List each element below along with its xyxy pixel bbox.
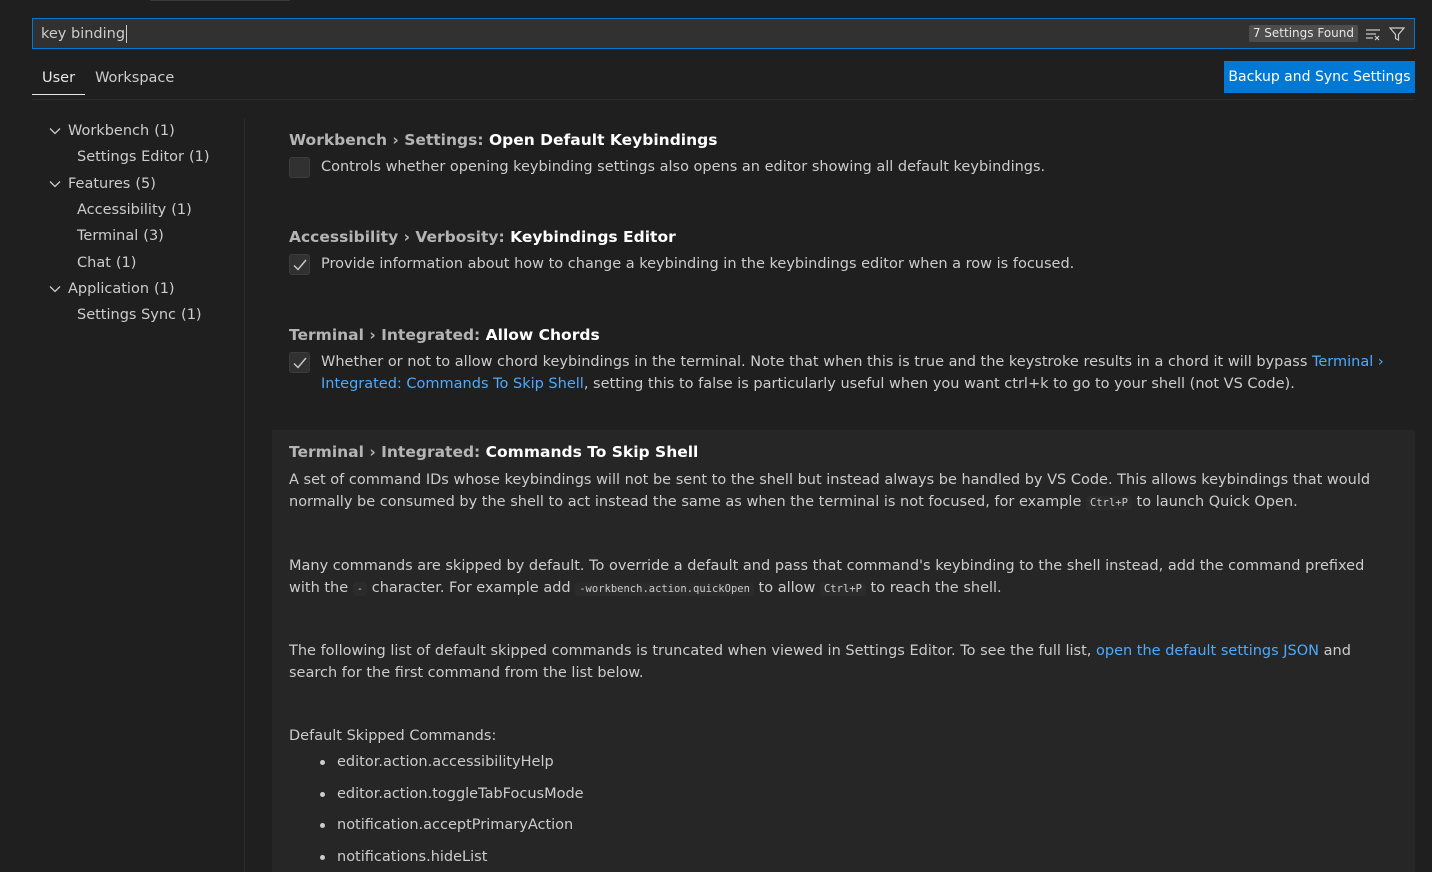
inline-code: Ctrl+P: [1085, 496, 1132, 510]
backup-sync-button[interactable]: Backup and Sync Settings: [1224, 61, 1415, 93]
setting-name: Commands To Skip Shell: [485, 443, 699, 461]
list-item: notification.acceptPrimaryAction: [289, 810, 1398, 842]
description-text: to launch Quick Open.: [1131, 494, 1298, 510]
toc-count: (3): [143, 228, 164, 245]
setting-name: Open Default Keybindings: [488, 131, 718, 149]
toc-label: Settings Sync: [77, 307, 177, 324]
setting-description: Provide information about how to change …: [321, 256, 1075, 272]
list-item: notifications.hideList: [289, 842, 1398, 872]
toc-label: Workbench: [68, 123, 150, 140]
settings-toc: Workbench (1) Settings Editor (1) Features…: [32, 118, 242, 328]
text-caret: [126, 24, 128, 43]
toc-item-chat[interactable]: Chat (1): [32, 249, 242, 275]
setting-title: Terminal › Integrated: Commands To Skip …: [289, 443, 1398, 461]
toc-item-workbench[interactable]: Workbench (1): [32, 118, 242, 144]
setting-description: Controls whether opening keybinding sett…: [321, 159, 1046, 175]
filter-icon[interactable]: [1388, 25, 1406, 43]
toc-label: Terminal: [77, 228, 139, 245]
setting-description: Whether or not to allow chord keybinding…: [321, 351, 1398, 395]
setting-row: Whether or not to allow chord keybinding…: [289, 352, 1398, 395]
description-text: The following list of default skipped co…: [289, 643, 1097, 659]
toc-count: (1): [171, 202, 192, 219]
search-actions: 7 Settings Found: [1248, 25, 1406, 43]
setting-row: Provide information about how to change …: [289, 254, 1398, 275]
setting-keybindings-editor-verbosity: Accessibility › Verbosity: Keybindings E…: [272, 228, 1415, 275]
list-item: editor.action.toggleTabFocusMode: [289, 779, 1398, 811]
toc-count: (1): [189, 149, 210, 166]
editor-tab-edge: [150, 0, 290, 1]
toc-item-accessibility[interactable]: Accessibility (1): [32, 197, 242, 223]
setting-row: Controls whether opening keybinding sett…: [289, 157, 1398, 178]
toc-item-settings-editor[interactable]: Settings Editor (1): [32, 144, 242, 170]
toc-count: (1): [181, 307, 202, 324]
toc-item-features[interactable]: Features (5): [32, 171, 242, 197]
description-text: to allow: [753, 580, 820, 596]
list-item: editor.action.accessibilityHelp: [289, 747, 1398, 779]
setting-name: Allow Chords: [485, 326, 600, 344]
setting-checkbox[interactable]: [289, 352, 310, 373]
description-text: Whether or not to allow chord keybinding…: [321, 354, 1312, 370]
skipped-commands-list: editor.action.accessibilityHelp editor.a…: [289, 747, 1398, 872]
toc-item-settings-sync[interactable]: Settings Sync (1): [32, 302, 242, 328]
description-text: character. For example add: [367, 580, 576, 596]
clear-filter-icon[interactable]: [1364, 25, 1382, 43]
setting-open-default-keybindings: Workbench › Settings: Open Default Keybi…: [272, 131, 1415, 178]
description-text: to reach the shell.: [865, 580, 1002, 596]
checkmark-icon: [293, 259, 307, 271]
setting-description-para-2: Many commands are skipped by default. To…: [289, 555, 1398, 600]
settings-scope-tabs: User Workspace: [32, 62, 184, 95]
search-input[interactable]: key binding: [41, 24, 128, 43]
setting-allow-chords: Terminal › Integrated: Allow Chords Whet…: [272, 326, 1415, 395]
setting-title: Workbench › Settings: Open Default Keybi…: [289, 131, 1398, 149]
settings-search-box[interactable]: key binding 7 Settings Found: [32, 18, 1415, 49]
results-count-badge: 7 Settings Found: [1248, 25, 1358, 42]
toc-count: (5): [135, 175, 156, 192]
open-settings-json-link[interactable]: open the default settings JSON: [1096, 643, 1319, 659]
setting-description-para-3: The following list of default skipped co…: [289, 640, 1398, 684]
setting-description-para-1: A set of command IDs whose keybindings w…: [289, 469, 1398, 514]
setting-checkbox[interactable]: [289, 254, 310, 275]
toc-label: Chat: [77, 254, 111, 271]
description-text: , setting this to false is particularly …: [583, 376, 1295, 392]
toc-count: (1): [115, 254, 137, 271]
default-skipped-heading: Default Skipped Commands:: [289, 728, 497, 744]
search-input-value: key binding: [41, 25, 126, 42]
tabs-divider: [32, 99, 1415, 100]
toc-label: Application: [68, 280, 150, 297]
toc-divider: [244, 118, 245, 872]
tab-workspace[interactable]: Workspace: [85, 62, 184, 95]
toc-count: (1): [154, 123, 175, 140]
inline-code: -workbench.action.quickOpen: [575, 582, 754, 596]
toc-label: Settings Editor: [77, 149, 184, 166]
toc-item-terminal[interactable]: Terminal (3): [32, 223, 242, 249]
setting-title: Terminal › Integrated: Allow Chords: [289, 326, 1398, 344]
setting-category: Terminal › Integrated:: [289, 443, 486, 461]
checkmark-icon: [293, 357, 307, 369]
setting-checkbox[interactable]: [289, 157, 310, 178]
inline-code: Ctrl+P: [819, 582, 866, 596]
setting-title: Accessibility › Verbosity: Keybindings E…: [289, 228, 1398, 246]
setting-name: Keybindings Editor: [510, 228, 676, 246]
setting-category: Terminal › Integrated:: [289, 326, 486, 344]
setting-commands-to-skip-shell: Terminal › Integrated: Commands To Skip …: [272, 430, 1415, 872]
chevron-down-icon[interactable]: [48, 279, 68, 299]
toc-count: (1): [154, 280, 175, 297]
tab-user[interactable]: User: [32, 62, 86, 95]
toc-label: Accessibility: [77, 202, 167, 219]
toc-label: Features: [68, 175, 131, 192]
chevron-down-icon[interactable]: [48, 121, 68, 141]
toc-item-application[interactable]: Application (1): [32, 276, 242, 302]
setting-category: Workbench › Settings:: [289, 131, 489, 149]
inline-code: -: [352, 582, 368, 596]
setting-category: Accessibility › Verbosity:: [289, 228, 511, 246]
chevron-down-icon[interactable]: [48, 174, 68, 194]
